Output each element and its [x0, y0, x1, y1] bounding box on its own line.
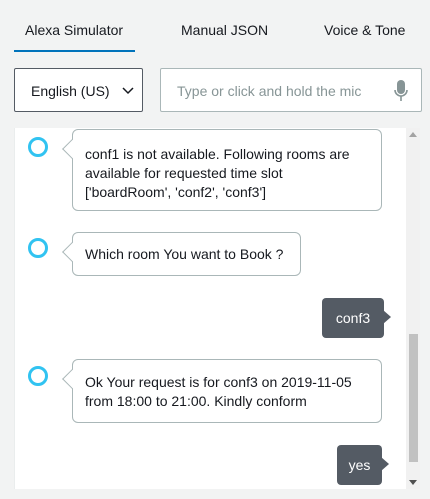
- alexa-message: conf1 is not available. Following rooms …: [72, 129, 382, 211]
- locale-dropdown[interactable]: English (US): [14, 68, 143, 112]
- message-line: conf1 is not available. Following rooms …: [85, 146, 350, 162]
- chevron-down-icon: [122, 87, 134, 95]
- tab-voice-and-tone[interactable]: Voice & Tone: [324, 22, 405, 38]
- message-line: ['boardRoom', 'conf2', 'conf3']: [85, 184, 267, 200]
- user-message: yes: [337, 445, 389, 485]
- conversation-panel: conf1 is not available. Following rooms …: [14, 128, 420, 489]
- tab-manual-json[interactable]: Manual JSON: [181, 22, 268, 38]
- utterance-input[interactable]: [175, 80, 379, 102]
- message-line: Which room You want to Book ?: [85, 246, 284, 262]
- alexa-ring-icon: [28, 238, 48, 258]
- tab-alexa-simulator[interactable]: Alexa Simulator: [25, 22, 123, 38]
- scroll-up-arrow-icon[interactable]: [409, 132, 417, 137]
- alexa-message: Ok Your request is for conf3 on 2019-11-…: [72, 359, 382, 423]
- alexa-ring-icon: [28, 137, 48, 157]
- active-tab-indicator: [14, 50, 135, 52]
- alexa-ring-icon: [28, 366, 48, 386]
- message-line: from 18:00 to 21:00. Kindly conform: [85, 393, 307, 409]
- message-line: available for requested time slot: [85, 165, 283, 181]
- microphone-icon[interactable]: [394, 80, 408, 102]
- scroll-down-arrow-icon[interactable]: [409, 480, 417, 485]
- scrollbar-thumb[interactable]: [409, 334, 418, 462]
- user-message: conf3: [322, 298, 391, 338]
- conversation-scrollbar[interactable]: [406, 128, 420, 489]
- locale-value: English (US): [31, 83, 110, 99]
- alexa-message: Which room You want to Book ?: [72, 232, 301, 276]
- simulator-tab-bar: Alexa Simulator Manual JSON Voice & Tone: [0, 0, 430, 52]
- utterance-input-box: [160, 68, 422, 112]
- message-line: Ok Your request is for conf3 on 2019-11-…: [85, 374, 352, 390]
